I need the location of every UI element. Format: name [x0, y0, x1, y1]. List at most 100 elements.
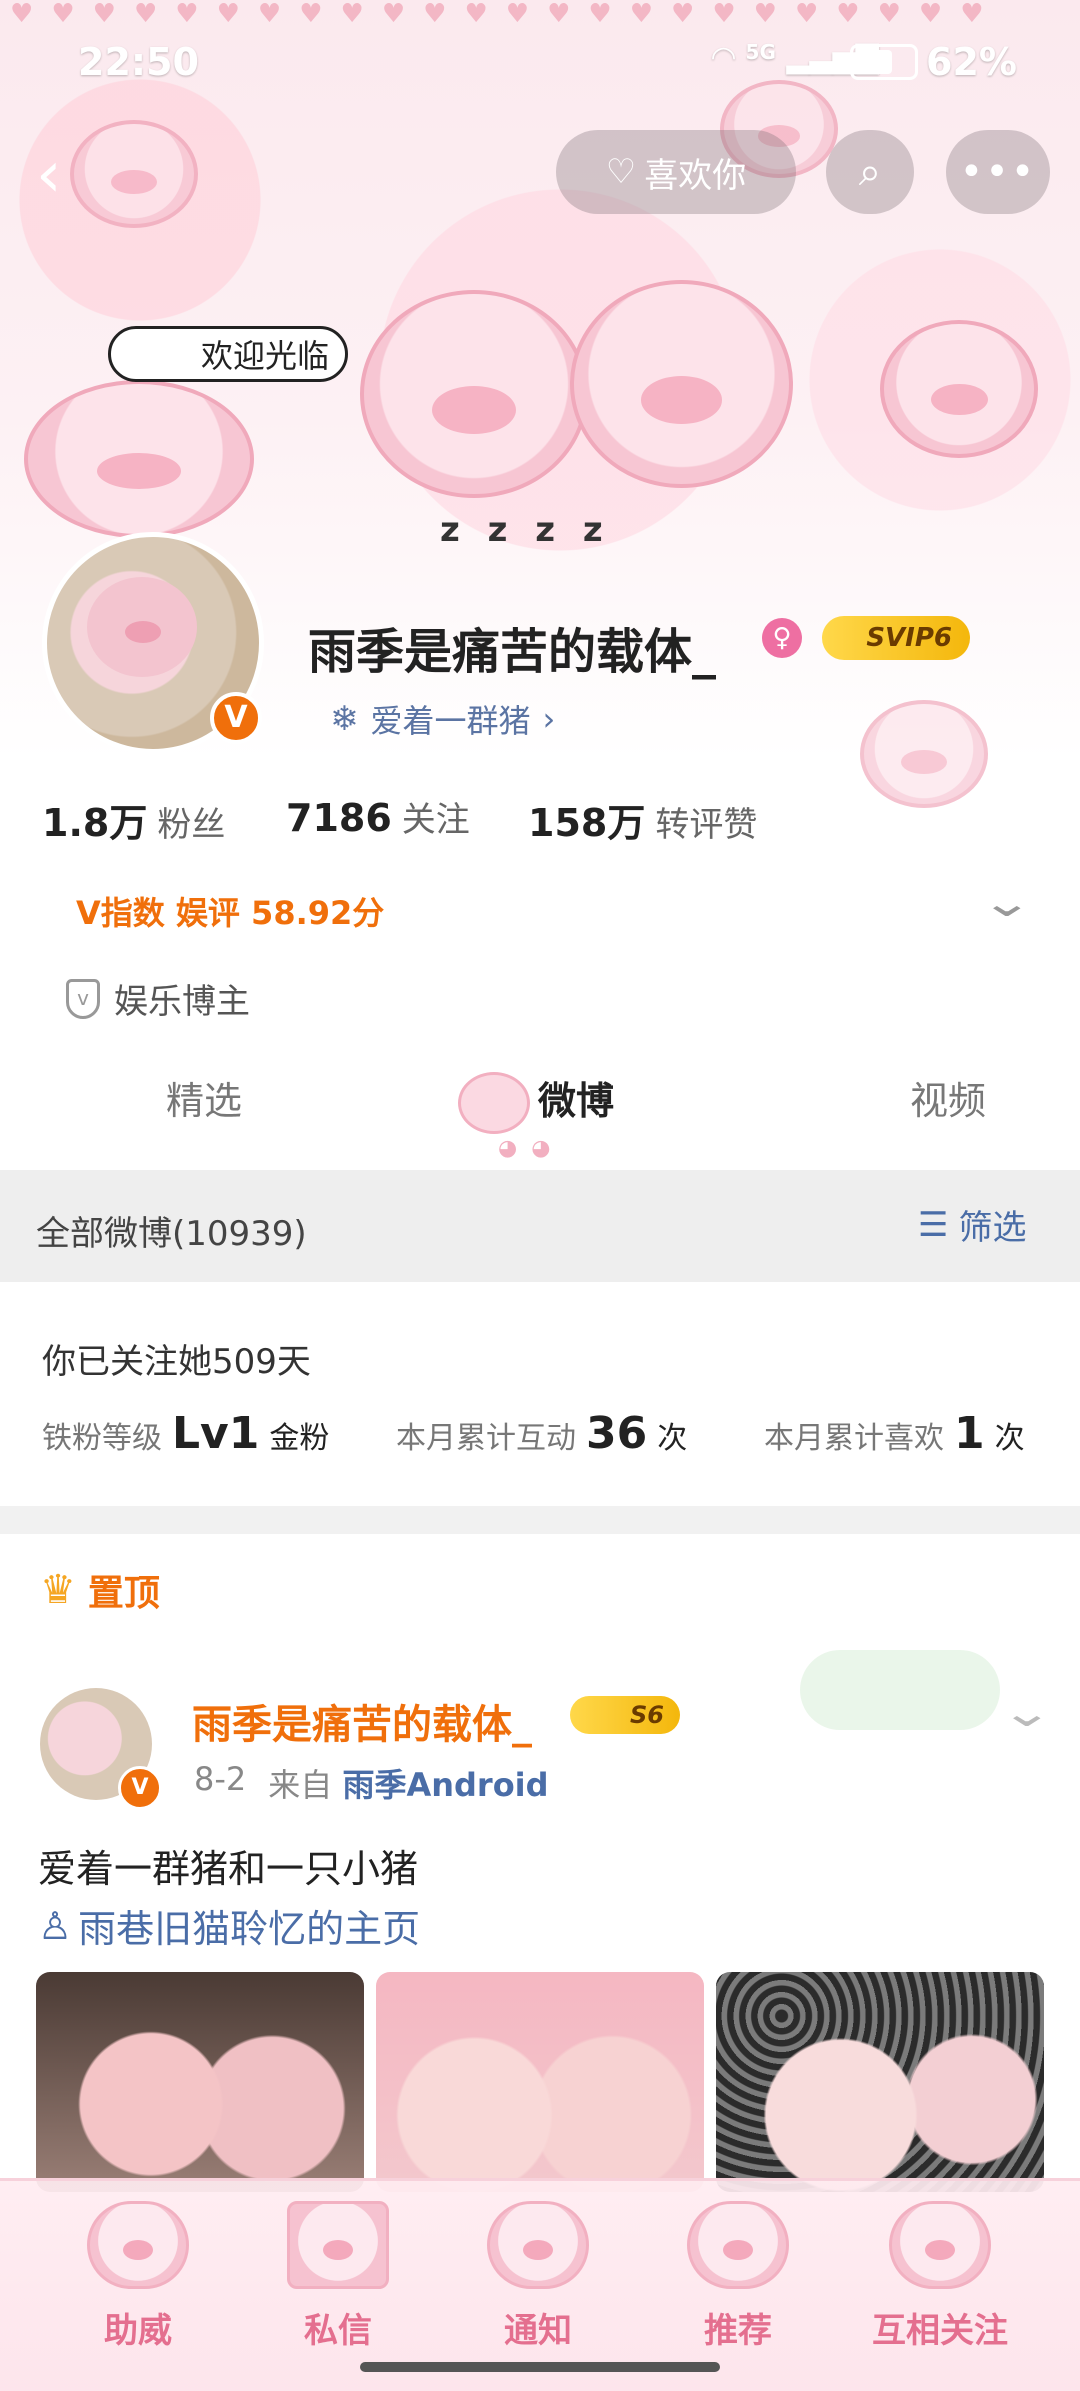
heart-border: ♥ ♥ ♥ ♥ ♥ ♥ ♥ ♥ ♥ ♥ ♥ ♥ ♥ ♥ ♥ ♥ ♥ ♥ ♥ ♥ ♥ ♥ ♥ ♥ [10, 0, 984, 29]
post-from-label: 来自 [268, 1766, 333, 1804]
envelope-icon [287, 2201, 389, 2289]
post-source[interactable]: 雨季Android [342, 1766, 548, 1804]
post-image-2[interactable] [376, 1972, 704, 2192]
role-label: 娱乐博主 [114, 982, 250, 1022]
fans-label: 粉丝 [157, 805, 226, 845]
pig-sticker-angel [880, 320, 1038, 458]
interactions-count: 158万 [528, 801, 646, 845]
network-type: 5G [745, 40, 776, 64]
stat-interactions[interactable]: 158万 转评赞 [528, 792, 757, 847]
post-text: 爱着一群猪和一只小猪 [38, 1847, 419, 1891]
fan-level-tier: 金粉 [269, 1421, 330, 1456]
pig-sticker-left [24, 380, 254, 538]
chevron-left-icon: ‹ [36, 138, 62, 212]
v-index[interactable]: V指数 娱评 58.92分 [76, 888, 384, 934]
monthly-likes-unit: 次 [994, 1421, 1025, 1456]
message-label: 私信 [304, 2311, 372, 2351]
mutual-follow-label: 互相关注 [872, 2311, 1008, 2351]
monthly-likes: 本月累计喜欢 1 次 [764, 1408, 1025, 1459]
svip-badge-text: SVIP6 [866, 623, 952, 653]
profile-tag[interactable]: ❄ 爱着一群猪 › [330, 696, 555, 742]
filter-bar: 全部微博(10939) ☰ 筛选 [0, 1170, 1080, 1282]
bottom-action-bar: 助威 私信 通知 推荐 互相关注 [0, 2178, 1080, 2391]
stat-following[interactable]: 7186 关注 [286, 792, 470, 841]
filter-icon: ☰ [918, 1204, 949, 1245]
filter-button[interactable]: ☰ 筛选 [918, 1200, 1026, 1249]
post-meta: 8-2 来自 雨季Android [194, 1760, 549, 1806]
role-row: v 娱乐博主 [66, 974, 250, 1023]
tab-pig-icon [458, 1072, 530, 1134]
followed-days: 你已关注她509天 [42, 1342, 311, 1382]
welcome-sticker: 欢迎光临 [108, 326, 348, 382]
tab-indicator: ◕◕ [498, 1136, 565, 1161]
fan-level: 铁粉等级 Lv1 金粉 [42, 1408, 329, 1459]
pig-sticker-center-left [360, 290, 588, 498]
mutual-follow-button[interactable]: 互相关注 [860, 2201, 1020, 2352]
tab-featured[interactable]: 精选 [166, 1070, 242, 1125]
recommend-button[interactable]: 推荐 [678, 2201, 798, 2352]
snowflake-icon: ❄ [330, 699, 359, 739]
cheer-button[interactable]: 助威 [78, 2201, 198, 2352]
fan-level-value: Lv1 [172, 1408, 260, 1459]
welcome-sticker-text: 欢迎光临 [200, 337, 329, 375]
monthly-interactions: 本月累计互动 36 次 [396, 1408, 687, 1459]
like-you-button[interactable]: ♡ 喜欢你 [556, 130, 796, 214]
all-weibo-title: 全部微博(10939) [36, 1214, 307, 1254]
interactions-label: 转评赞 [655, 805, 758, 845]
stat-fans[interactable]: 1.8万 粉丝 [42, 792, 225, 847]
post-image-1[interactable] [36, 1972, 364, 2192]
message-button[interactable]: 私信 [278, 2201, 398, 2352]
post-link[interactable]: ♙ 雨巷旧猫聆忆的主页 [38, 1898, 420, 1953]
fan-level-label: 铁粉等级 [42, 1421, 162, 1456]
expand-chevron-icon[interactable]: ⌄ [980, 880, 1034, 926]
post-menu-chevron-icon[interactable]: ⌄ [1000, 1690, 1054, 1736]
tab-weibo[interactable]: 微博 [538, 1070, 614, 1125]
shield-icon: v [66, 978, 100, 1019]
more-icon: ••• [959, 149, 1037, 195]
back-button[interactable]: ‹ [36, 140, 106, 210]
home-indicator[interactable] [360, 2362, 720, 2372]
post-link-text: 雨巷旧猫聆忆的主页 [78, 1907, 421, 1951]
svip-badge[interactable]: SVIP6 [822, 616, 970, 660]
tab-video[interactable]: 视频 [910, 1070, 986, 1125]
notify-label: 通知 [504, 2311, 572, 2351]
monthly-interactions-value: 36 [586, 1408, 648, 1459]
female-icon: ♀ [762, 618, 802, 658]
pig-sticker-center-right [570, 280, 793, 488]
monthly-likes-value: 1 [954, 1408, 985, 1459]
battery-indicator: 62% [850, 40, 1017, 84]
monthly-likes-label: 本月累计喜欢 [764, 1421, 944, 1456]
user-icon: ♙ [38, 1903, 73, 1948]
more-button[interactable]: ••• [946, 130, 1050, 214]
crown-icon: ♛ [40, 1567, 76, 1613]
profile-name: 雨季是痛苦的载体_ [308, 624, 717, 680]
fans-count: 1.8万 [42, 801, 148, 845]
pinned-label: 置顶 [87, 1573, 160, 1614]
zzz-text: z z z z [440, 510, 611, 550]
battery-percent: 62% [926, 40, 1017, 84]
recommend-label: 推荐 [704, 2311, 772, 2351]
notify-button[interactable]: 通知 [478, 2201, 598, 2352]
battery-icon [850, 44, 918, 80]
cheer-label: 助威 [104, 2311, 172, 2351]
monthly-interactions-unit: 次 [657, 1421, 688, 1456]
verified-badge: V [210, 692, 262, 744]
pig-cheer-icon [87, 2201, 189, 2289]
wifi-icon: ◠ [712, 40, 736, 75]
lucky-sticker [800, 1650, 1000, 1730]
pig-recommend-icon [687, 2201, 789, 2289]
filter-label: 筛选 [958, 1208, 1027, 1248]
search-button[interactable]: ⌕ [826, 130, 914, 214]
pinned-header: ♛ 置顶 [40, 1564, 160, 1616]
post-date: 8-2 [194, 1760, 247, 1798]
post-author-badge: S6 [570, 1696, 680, 1734]
pig-notify-icon [487, 2201, 589, 2289]
post-author-badge-text: S6 [630, 1701, 664, 1729]
post-author-name[interactable]: 雨季是痛苦的载体_ [192, 1692, 532, 1750]
post-image-3[interactable] [716, 1972, 1044, 2192]
monthly-interactions-label: 本月累计互动 [396, 1421, 576, 1456]
avatar-pig [87, 577, 197, 677]
profile-tag-text: 爱着一群猪 [370, 702, 531, 740]
pig-mutual-icon [889, 2201, 991, 2289]
pig-heart-icon: ♡ [605, 152, 637, 192]
